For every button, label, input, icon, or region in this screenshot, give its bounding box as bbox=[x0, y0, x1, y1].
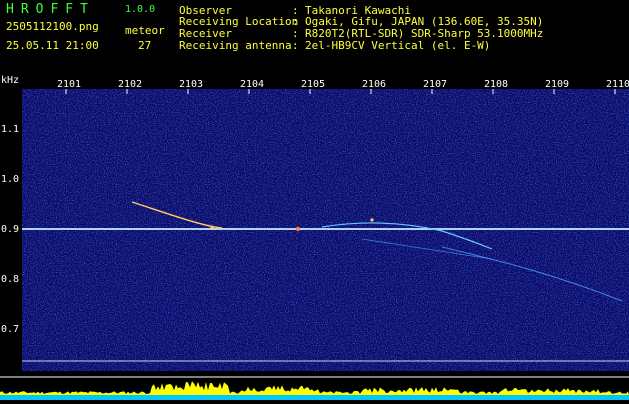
y-tick-label: 0.7 bbox=[1, 324, 20, 335]
app-logo: HROFFT bbox=[6, 2, 95, 17]
meteor-echo-head bbox=[370, 218, 374, 222]
antenna-sep: : bbox=[292, 39, 299, 52]
y-axis-unit: kHz bbox=[1, 75, 20, 86]
y-tick-label: 1.0 bbox=[1, 174, 20, 185]
y-tick-label: 0.9 bbox=[1, 224, 20, 235]
baseline-bar bbox=[0, 395, 629, 400]
y-tick-label: 1.1 bbox=[1, 124, 20, 135]
header-panel: HROFFT 1.0.0 2505112100.png meteor 25.05… bbox=[0, 0, 629, 74]
meteor-label: meteor bbox=[125, 24, 165, 37]
meteor-echo-head bbox=[210, 226, 214, 230]
signal-level-plot bbox=[0, 376, 629, 400]
spectrogram-plot bbox=[22, 89, 629, 371]
y-tick-label: 0.8 bbox=[1, 274, 20, 285]
date-time: 25.05.11 21:00 bbox=[6, 39, 99, 52]
file-name: 2505112100.png bbox=[6, 20, 99, 33]
antenna-key: Receiving antenna bbox=[179, 39, 292, 52]
meteor-echo-head bbox=[295, 226, 301, 232]
signal-level-bars bbox=[0, 381, 629, 395]
app-version: 1.0.0 bbox=[125, 4, 156, 15]
signal-level-panel bbox=[0, 371, 629, 400]
antenna-value: 2el-HB9CV Vertical (el. E-W) bbox=[305, 39, 491, 52]
meteor-count: 27 bbox=[138, 39, 152, 52]
